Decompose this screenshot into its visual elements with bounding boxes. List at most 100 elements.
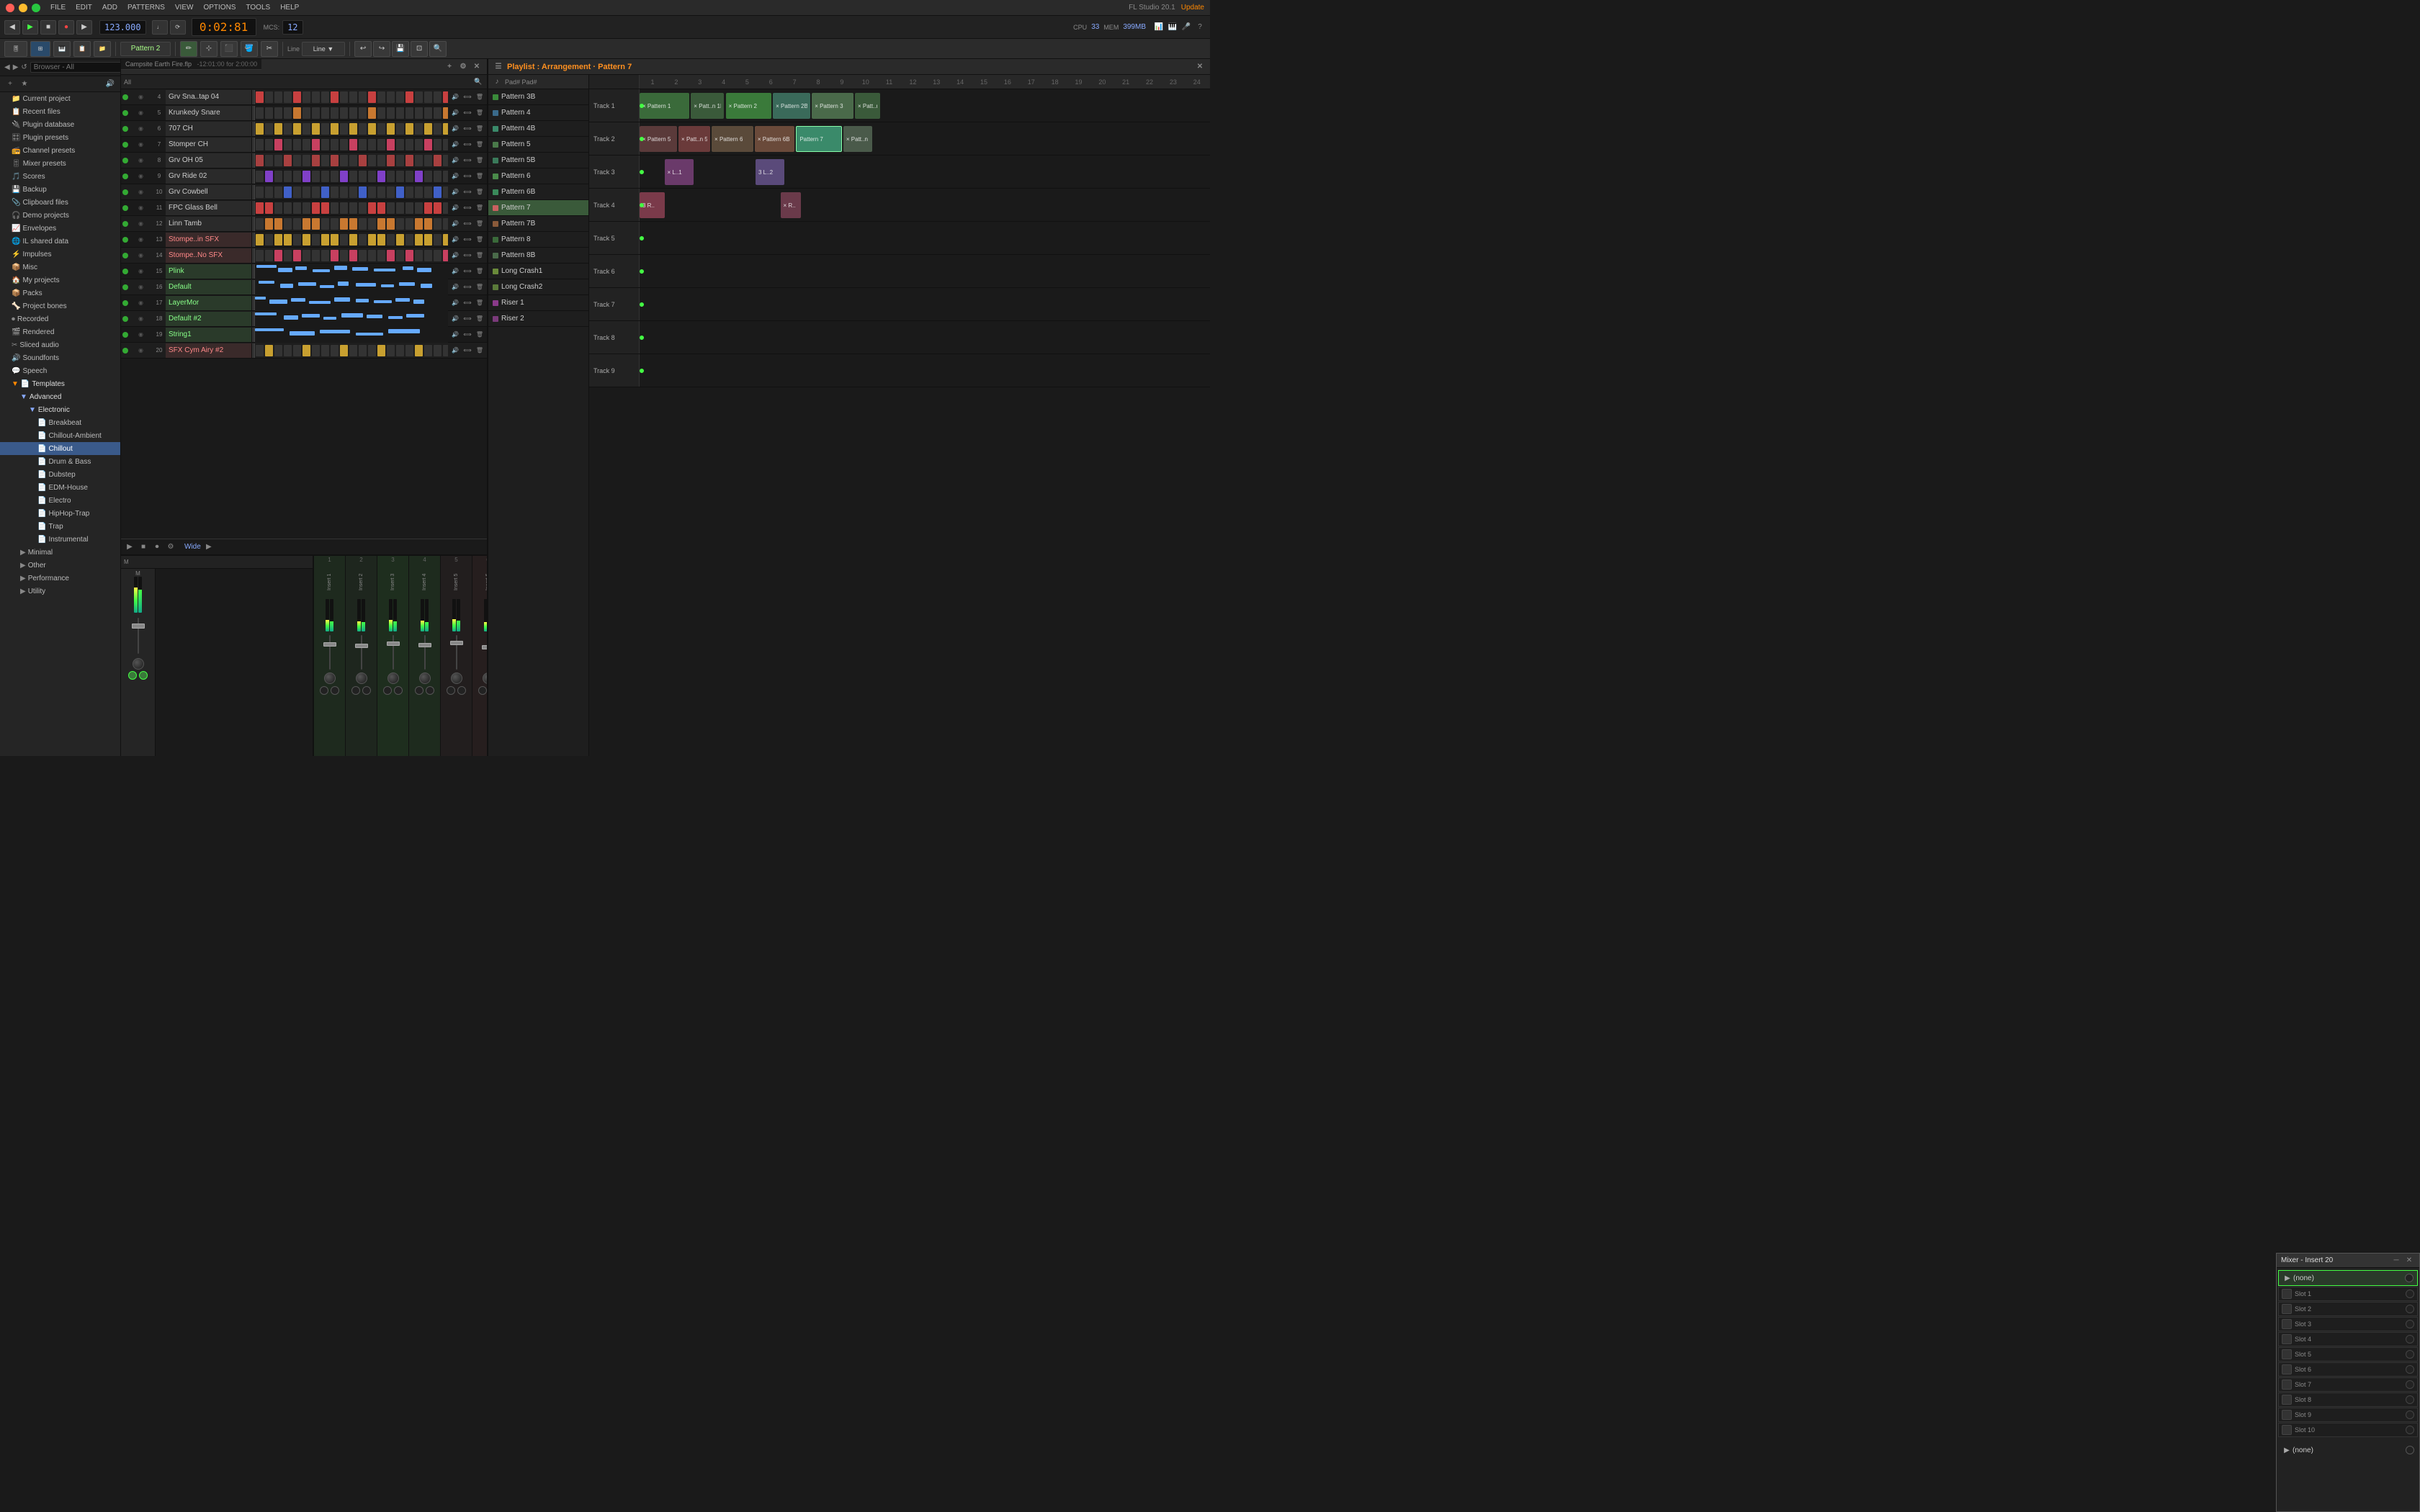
pattern-name-display[interactable]: Pattern 2 [120,42,171,56]
pad[interactable] [293,123,301,135]
channel-name[interactable]: Grv OH 05 [166,153,252,168]
mixer-btn[interactable]: 🎚 [4,41,27,57]
pad[interactable] [387,186,395,198]
track-content[interactable] [640,321,1210,354]
channel-vol-btn[interactable]: 🔊 [449,282,461,293]
sidebar-item-mixer-presets[interactable]: 🎚 Mixer presets [0,157,120,170]
pad[interactable] [312,139,320,150]
channel-vol-btn[interactable]: 🔊 [449,107,461,119]
sidebar-item-instrumental[interactable]: 📄 Instrumental [0,533,120,546]
pad[interactable] [274,155,282,166]
pad[interactable] [340,91,348,103]
channel-pan-btn[interactable]: ⟺ [462,171,473,182]
sidebar-item-my-projects[interactable]: 🏠 My projects [0,274,120,287]
pad[interactable] [302,345,310,356]
channel-mute[interactable]: ◉ [138,268,143,274]
pad[interactable] [265,171,273,182]
sidebar-item-recent-files[interactable]: 📋 Recent files [0,105,120,118]
midi-icon[interactable]: 🎹 [1167,22,1178,33]
send-L[interactable] [320,686,328,695]
pan-knob[interactable] [387,672,399,684]
send-R[interactable] [457,686,466,695]
menu-help[interactable]: HELP [280,4,299,12]
channel-pads[interactable] [255,200,448,216]
channel-mute[interactable]: ◉ [138,204,143,211]
pattern-block[interactable]: × R.. [781,192,802,218]
pad[interactable] [293,171,301,182]
pad[interactable] [368,91,376,103]
pad[interactable] [312,155,320,166]
send-R[interactable] [426,686,434,695]
channel-vol-btn[interactable]: 🔊 [449,202,461,214]
channel-name[interactable]: Default [166,280,252,294]
channel-del-btn[interactable]: 🗑 [474,107,485,119]
pad[interactable] [349,91,357,103]
sidebar-item-advanced[interactable]: ▼ Advanced [0,390,120,403]
channel-name[interactable]: Krunkedy Snare [166,106,252,120]
sidebar-item-templates[interactable]: ▼ 📄 Templates [0,377,120,390]
pad[interactable] [396,123,404,135]
pad[interactable] [434,155,442,166]
pad[interactable] [265,155,273,166]
channel-pads[interactable] [255,216,448,232]
pad[interactable] [443,91,448,103]
track-content[interactable]: × Pattern 1× Patt..n 1B× Pattern 2× Patt… [640,89,1210,122]
piano-play-btn[interactable]: ▶ [124,541,135,553]
channel-vol-btn[interactable]: 🔊 [449,313,461,325]
mixer-slot-item[interactable]: Slot 4 [2278,1332,2418,1346]
pad[interactable] [321,186,329,198]
pad[interactable] [405,155,413,166]
pad[interactable] [312,345,320,356]
pad[interactable] [302,139,310,150]
channel-search-icon[interactable]: 🔍 [472,76,484,88]
pattern-item[interactable]: Pattern 8 [488,232,588,248]
channel-vol-btn[interactable]: 🔊 [449,250,461,261]
pad[interactable] [434,234,442,246]
slot-checkbox[interactable] [2282,1349,2292,1359]
sidebar-item-channel-presets[interactable]: 📻 Channel presets [0,144,120,157]
channel-pan-btn[interactable]: ⟺ [462,202,473,214]
pad[interactable] [312,202,320,214]
sidebar-item-misc[interactable]: 📦 Misc [0,261,120,274]
pad[interactable] [434,250,442,261]
pad[interactable] [274,345,282,356]
pad[interactable] [443,186,448,198]
channel-vol-btn[interactable]: 🔊 [449,139,461,150]
close-btn[interactable] [6,4,14,12]
channel-pan-btn[interactable]: ⟺ [462,186,473,198]
stop-btn[interactable]: ■ [40,20,56,35]
browser-back-btn[interactable]: ◀ [4,62,10,73]
fader-handle[interactable] [323,642,336,647]
pad[interactable] [387,139,395,150]
pad[interactable] [415,171,423,182]
pad[interactable] [274,202,282,214]
pad[interactable] [368,123,376,135]
pad[interactable] [368,250,376,261]
pad[interactable] [368,155,376,166]
pad[interactable] [434,123,442,135]
pad[interactable] [340,123,348,135]
pad[interactable] [256,186,264,198]
mixer-close-btn[interactable]: ✕ [2403,1255,2415,1266]
pad[interactable] [377,234,385,246]
pad[interactable] [340,202,348,214]
pad[interactable] [387,250,395,261]
pad[interactable] [424,234,432,246]
mixer-slot-item[interactable]: Slot 1 [2278,1287,2418,1301]
channel-pads[interactable] [255,89,448,105]
sidebar-item-utility[interactable]: ▶ Utility [0,585,120,598]
pad[interactable] [349,107,357,119]
pad[interactable] [274,123,282,135]
pad[interactable] [340,107,348,119]
pad[interactable] [387,345,395,356]
channel-row[interactable]: ◉ 12 Linn Tamb 🔊 ⟺ 🗑 [121,216,487,232]
channel-close-btn[interactable]: ✕ [471,61,483,73]
pad[interactable] [349,186,357,198]
add-folder-btn[interactable]: + [4,78,16,90]
channel-mute[interactable]: ◉ [138,315,143,322]
pad[interactable] [359,250,367,261]
pad[interactable] [331,91,339,103]
channel-row[interactable]: ◉ 15 Plink 🔊 ⟺ 🗑 [121,264,487,279]
pad[interactable] [359,91,367,103]
pad[interactable] [405,123,413,135]
